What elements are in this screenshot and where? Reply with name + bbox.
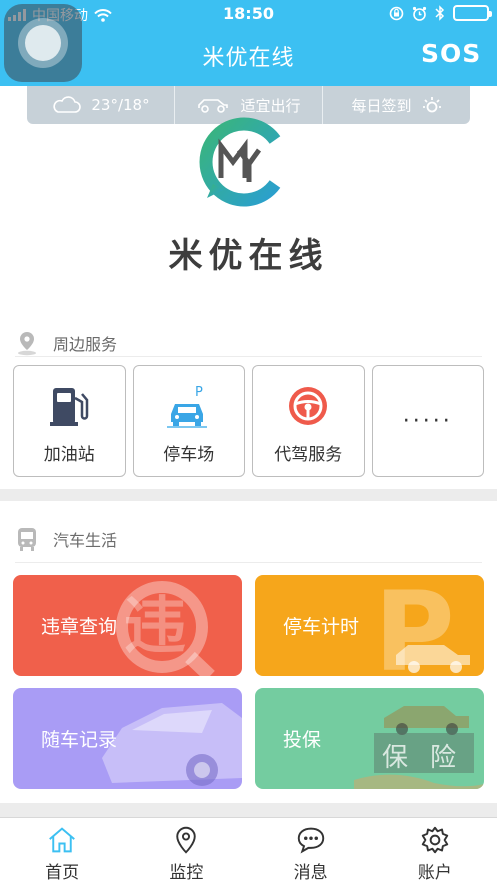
- assistive-touch-dot: [25, 25, 61, 61]
- tab-label: 监控: [169, 863, 204, 883]
- sos-label: SOS: [421, 39, 479, 66]
- nearby-services-grid: 加油站 P 停车场 代驾服务 ·····: [13, 365, 484, 477]
- car-life-section-title: 汽车生活: [53, 531, 118, 550]
- car-life-section-header: 汽车生活: [15, 526, 117, 552]
- alarm-icon: [412, 6, 427, 21]
- service-designated-driver[interactable]: 代驾服务: [252, 365, 365, 477]
- svg-text:险: 险: [430, 743, 456, 773]
- section-separator: [0, 489, 497, 501]
- svg-text:P: P: [195, 385, 203, 400]
- tab-label: 账户: [417, 863, 452, 883]
- battery-icon: [453, 5, 492, 21]
- card-label: 违章查询: [41, 616, 118, 638]
- location-pin-icon: [18, 332, 36, 356]
- card-car-record[interactable]: 随车记录: [13, 688, 242, 789]
- logo-mark-icon: [199, 117, 281, 207]
- orientation-lock-icon: [389, 6, 404, 20]
- divider: [15, 356, 482, 357]
- card-insurance[interactable]: 保 险 投保: [255, 688, 484, 789]
- bus-icon: [18, 528, 36, 551]
- header: 中国移动 18:50 米优在线 SOS: [0, 0, 497, 86]
- logo-text: 米优在线: [168, 236, 329, 276]
- card-parking-timer[interactable]: P 停车计时: [255, 575, 484, 676]
- gas-station-icon: [50, 388, 89, 426]
- tab-monitor[interactable]: 监控: [124, 818, 248, 883]
- nearby-section-title: 周边服务: [53, 335, 118, 354]
- service-more[interactable]: ·····: [371, 365, 484, 477]
- card-label: 投保: [283, 729, 322, 751]
- tab-home[interactable]: 首页: [0, 818, 124, 883]
- svg-text:保: 保: [382, 743, 408, 773]
- card-label: 停车计时: [283, 616, 360, 638]
- more-icon: ·····: [402, 408, 453, 434]
- service-label: 停车场: [163, 445, 215, 465]
- divider: [15, 562, 482, 563]
- chat-bubble-icon: [297, 827, 324, 854]
- steering-wheel-icon: [289, 387, 328, 425]
- section-separator: [0, 803, 497, 817]
- weather-cell[interactable]: 23°/18°: [27, 86, 175, 124]
- checkin-cell[interactable]: 每日签到: [323, 86, 470, 124]
- cloud-icon: [53, 96, 82, 113]
- tab-messages[interactable]: 消息: [249, 818, 373, 883]
- service-label: 加油站: [43, 445, 95, 465]
- tab-label: 首页: [45, 863, 80, 883]
- location-pin-icon: [176, 826, 197, 854]
- card-violation-query[interactable]: 违 违章查询: [13, 575, 242, 676]
- assistive-touch-button[interactable]: [4, 4, 82, 82]
- home-icon: [49, 827, 76, 853]
- brand-logo: 米优在线: [0, 117, 497, 304]
- service-label: 代驾服务: [274, 445, 343, 465]
- tab-label: 消息: [293, 863, 328, 883]
- parking-icon: P: [166, 385, 207, 428]
- service-parking[interactable]: P 停车场: [132, 365, 245, 477]
- app-screen: 中国移动 18:50 米优在线 SOS 23°/18°: [0, 0, 497, 883]
- sun-icon: [422, 97, 441, 113]
- tab-account[interactable]: 账户: [373, 818, 497, 883]
- svg-text:违: 违: [124, 589, 186, 662]
- bluetooth-icon: [435, 5, 445, 21]
- card-label: 随车记录: [41, 729, 118, 751]
- nearby-section-header: 周边服务: [15, 330, 117, 356]
- gear-icon: [421, 826, 449, 854]
- sos-button[interactable]: SOS: [421, 38, 480, 72]
- weather-temp: 23°/18°: [91, 96, 150, 114]
- checkin-label: 每日签到: [351, 96, 412, 115]
- tab-bar: 首页 监控 消息 账户: [0, 817, 497, 883]
- sos-icon: SOS: [421, 39, 480, 68]
- service-gas-station[interactable]: 加油站: [13, 365, 126, 477]
- insurance-icon: 保 险: [354, 706, 484, 789]
